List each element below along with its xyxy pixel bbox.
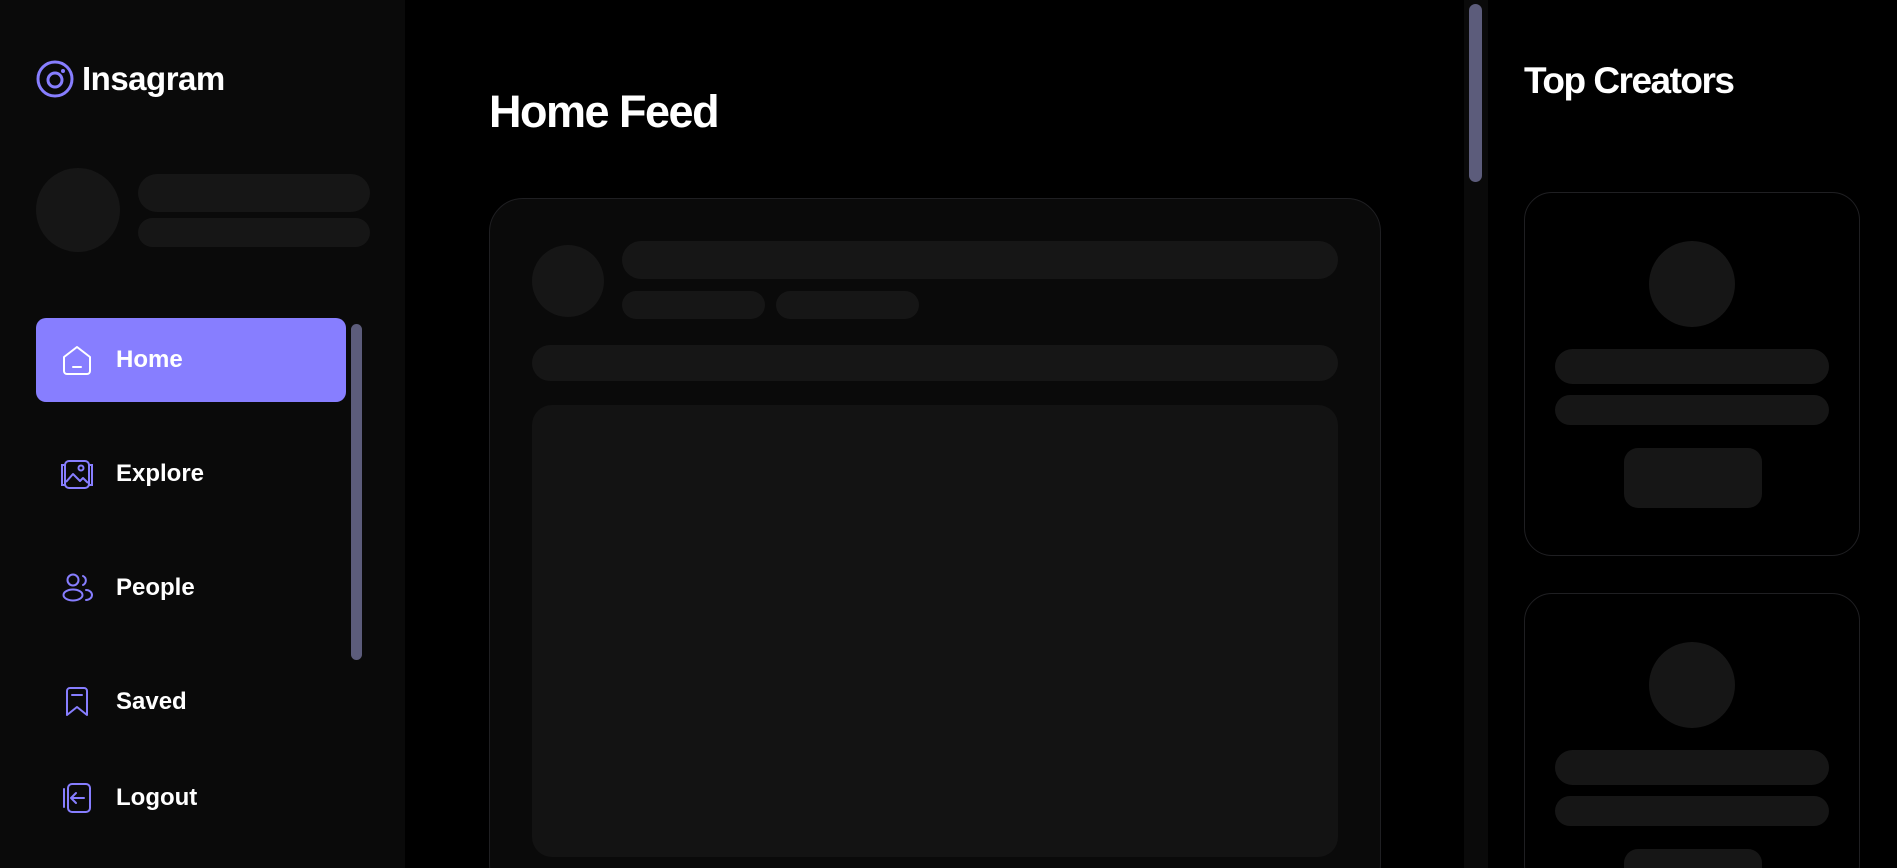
sidebar-item-label: Home [116,346,183,373]
sidebar-nav: Home Explore People Saved Logout [36,318,346,868]
post-avatar-skeleton [532,245,604,317]
profile-name-skeleton [138,174,370,212]
app-name: Insagram [82,60,225,97]
sidebar-item-home[interactable]: Home [36,318,346,402]
sidebar-item-people[interactable]: People [36,546,346,630]
logo-icon [36,60,74,98]
logout-label: Logout [116,784,198,811]
creator-avatar-skeleton [1649,241,1735,327]
home-icon [63,346,91,375]
creator-handle-skeleton [1555,796,1829,826]
sidebar-item-label: Saved [116,688,187,715]
logout-button[interactable]: Logout [36,756,346,840]
post-image-skeleton [532,405,1338,857]
follow-button-skeleton [1624,849,1762,868]
avatar-skeleton [36,168,120,252]
creator-name-skeleton [1555,750,1829,785]
bookmark-icon [66,687,88,716]
sidebar-item-saved[interactable]: Saved [36,660,346,744]
feed-scrollbar[interactable] [1469,4,1482,182]
post-author-skeleton [622,241,1338,279]
app-logo[interactable]: Insagram [36,60,225,98]
logout-icon [63,783,91,813]
creator-name-skeleton [1555,349,1829,384]
people-icon [62,573,93,602]
profile-handle-skeleton [138,218,370,247]
sidebar-item-label: People [116,574,195,601]
creator-card-skeleton [1524,192,1860,556]
gallery-icon [61,460,93,489]
post-meta-skeleton [622,291,765,319]
follow-button-skeleton [1624,448,1762,508]
page-title: Home Feed [489,86,720,137]
sidebar-scrollbar[interactable] [351,324,362,660]
creator-avatar-skeleton [1649,642,1735,728]
sidebar-item-label: Explore [116,460,205,487]
top-creators-title: Top Creators [1524,60,1735,101]
sidebar-item-explore[interactable]: Explore [36,432,346,516]
post-meta-skeleton [776,291,919,319]
creator-card-skeleton [1524,593,1860,868]
left-sidebar: Insagram Home Explore People Saved Logou… [0,0,405,868]
post-caption-skeleton [532,345,1338,381]
post-card-skeleton [489,198,1381,868]
creator-handle-skeleton [1555,395,1829,425]
